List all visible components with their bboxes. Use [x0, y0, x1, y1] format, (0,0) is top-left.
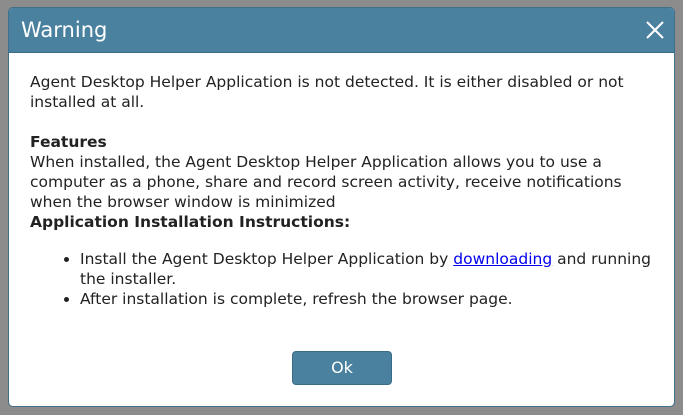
dialog-content: Agent Desktop Helper Application is not … — [30, 72, 655, 309]
instruction-text: Install the Agent Desktop Helper Applica… — [80, 250, 454, 268]
list-item: After installation is complete, refresh … — [80, 289, 655, 309]
dialog-titlebar: Warning — [9, 8, 674, 53]
features-heading: Features — [30, 133, 107, 151]
instructions-heading: Application Installation Instructions: — [30, 213, 351, 231]
instruction-text: After installation is complete, refresh … — [80, 290, 513, 308]
download-link[interactable]: downloading — [453, 250, 552, 268]
features-text: When installed, the Agent Desktop Helper… — [30, 153, 622, 211]
instructions-list: Install the Agent Desktop Helper Applica… — [30, 249, 655, 309]
close-icon[interactable] — [644, 19, 666, 41]
dialog-title: Warning — [21, 18, 108, 42]
list-item: Install the Agent Desktop Helper Applica… — [80, 249, 655, 289]
warning-dialog: Warning Agent Desktop Helper Application… — [8, 7, 675, 407]
ok-button[interactable]: Ok — [292, 351, 392, 385]
warning-message: Agent Desktop Helper Application is not … — [30, 73, 624, 111]
